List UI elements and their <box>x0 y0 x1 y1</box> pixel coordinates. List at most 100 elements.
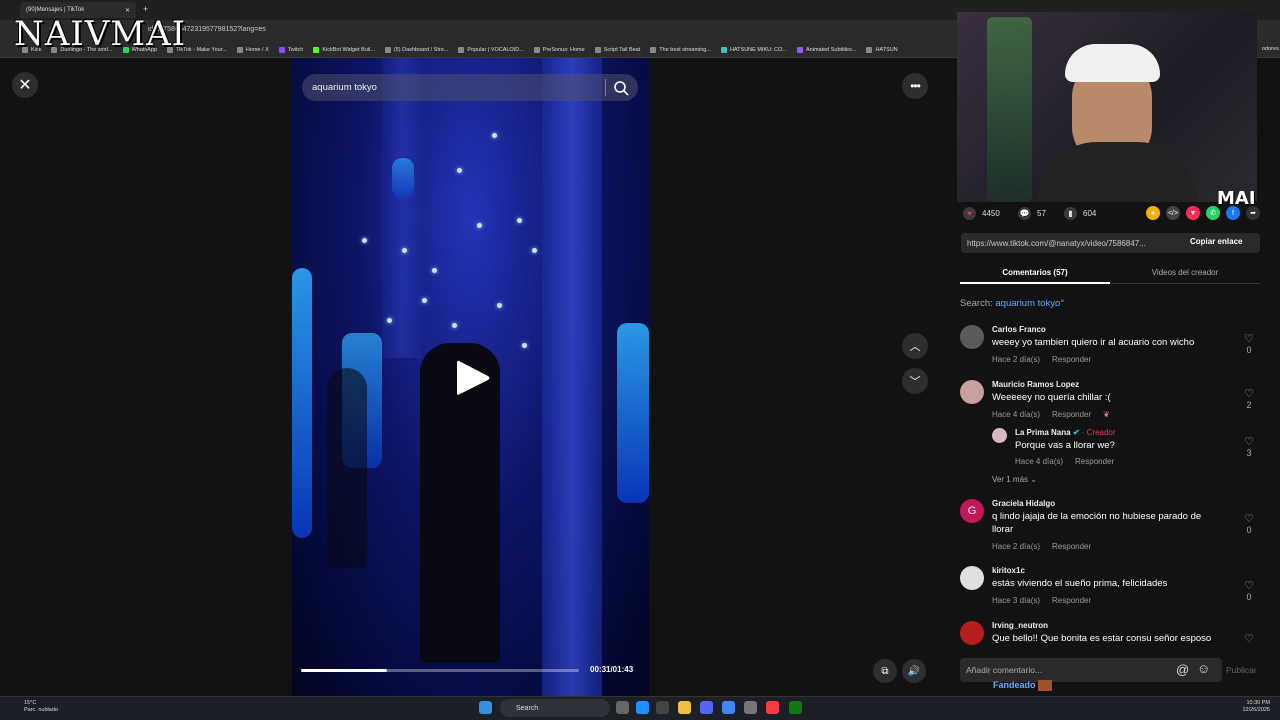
mention-icon[interactable]: @ <box>1176 662 1189 677</box>
discord-icon[interactable] <box>700 701 713 714</box>
reply-button[interactable]: Responder <box>1052 596 1091 605</box>
close-button[interactable]: ✕ <box>12 72 38 98</box>
video-search-input[interactable]: aquarium tokyo <box>302 74 638 101</box>
bookmark-item[interactable]: HATSUNE MIKU: CO... <box>720 46 787 53</box>
comment-like[interactable]: ♡ 0 <box>1242 513 1256 535</box>
embed-icon[interactable]: </> <box>1166 206 1180 220</box>
file-explorer-icon[interactable] <box>678 701 691 714</box>
comment-stat[interactable]: 💬 57 <box>1018 207 1046 220</box>
chrome-icon[interactable] <box>722 701 735 714</box>
tab-comments[interactable]: Comentarios (57) <box>960 264 1110 284</box>
avatar[interactable] <box>960 621 984 645</box>
save-count: 604 <box>1083 209 1097 218</box>
comment-author[interactable]: kiritox1c <box>992 566 1025 575</box>
tab-creator-videos[interactable]: Videos del creador <box>1110 264 1260 284</box>
publish-button[interactable]: Publicar <box>1226 665 1257 675</box>
whatsapp-icon[interactable]: ✆ <box>1206 206 1220 220</box>
heart-outline-icon: ♡ <box>1244 580 1254 592</box>
emoji-icon[interactable]: ☺ <box>1197 661 1210 676</box>
avatar[interactable] <box>960 566 984 590</box>
copy-link-button[interactable]: Copiar enlace <box>1190 237 1242 246</box>
weather-widget[interactable]: 15°C Parc. nublado <box>10 700 58 714</box>
video-light <box>457 168 462 173</box>
taskbar-search[interactable]: Search <box>500 699 610 717</box>
floating-player-button[interactable]: ⧉ <box>873 659 897 683</box>
tab-close-icon[interactable]: ✕ <box>125 7 130 14</box>
related-search[interactable]: Search: aquarium tokyo° <box>960 298 1064 309</box>
volume-button[interactable]: 🔊 <box>902 659 926 683</box>
previous-video-button[interactable]: ︿ <box>902 333 928 359</box>
send-icon[interactable]: ▼ <box>1186 206 1200 220</box>
creator-liked-icon: ❦ <box>1103 410 1110 419</box>
progress-fill <box>301 669 388 672</box>
task-view-icon[interactable] <box>616 701 629 714</box>
reply-like[interactable]: ♡ 3 <box>1242 436 1256 458</box>
reply-author[interactable]: La Prima Nana <box>1015 428 1071 437</box>
bookmark-item[interactable]: Animated Subtitles... <box>797 46 856 53</box>
comment-author[interactable]: Carlos Franco <box>992 325 1046 334</box>
new-tab-icon[interactable]: + <box>143 4 148 14</box>
bookmark-item[interactable]: KickBot Widget Buil... <box>313 46 375 53</box>
comment-icon: 💬 <box>1018 207 1031 220</box>
reply-button[interactable]: Responder <box>1052 410 1091 419</box>
coin-share-icon[interactable]: ● <box>1146 206 1160 220</box>
bookmark-item[interactable]: Popular | VOCALOID... <box>458 46 524 53</box>
chevron-down-icon: ﹀ <box>909 376 921 388</box>
like-count: 3 <box>1246 448 1252 458</box>
reply-button[interactable]: Responder <box>1075 457 1114 466</box>
share-arrow-icon[interactable]: ➦ <box>1246 206 1260 220</box>
chatgpt-icon[interactable] <box>744 701 757 714</box>
fandeado-text: Fandeado <box>993 680 1036 690</box>
comment-author[interactable]: Mauricio Ramos Lopez <box>992 380 1079 389</box>
heart-outline-icon: ♡ <box>1244 513 1254 525</box>
see-more-replies[interactable]: Ver 1 más ⌄ <box>992 475 1037 484</box>
comment-like[interactable]: ♡ <box>1242 633 1256 645</box>
next-video-button[interactable]: ﹀ <box>902 368 928 394</box>
app-icon[interactable] <box>656 701 669 714</box>
x-icon <box>236 46 243 53</box>
avatar[interactable] <box>960 325 984 349</box>
bookmark-item[interactable]: HATSUN <box>866 46 898 53</box>
search-icon[interactable] <box>613 80 629 96</box>
like-stat[interactable]: ♥ 4450 <box>963 207 1000 220</box>
avatar[interactable] <box>960 380 984 404</box>
comment-author[interactable]: Graciela Hidalgo <box>992 499 1055 508</box>
taskbar-clock[interactable]: 10:30 PM 12/26/2025 <box>1230 700 1270 714</box>
ellipsis-icon: ••• <box>910 79 921 93</box>
related-search-keyword[interactable]: aquarium tokyo <box>995 298 1060 309</box>
streaming-icon <box>650 46 657 53</box>
avatar[interactable]: G <box>960 499 984 523</box>
facebook-icon[interactable]: f <box>1226 206 1240 220</box>
hatsune-icon <box>866 46 873 53</box>
bookmark-item[interactable]: Home / X <box>236 46 269 53</box>
comment-like[interactable]: ♡ 2 <box>1242 388 1256 410</box>
fandeado-emote <box>1038 680 1053 692</box>
heart-outline-icon: ♡ <box>1244 436 1254 448</box>
bookmark-item[interactable]: PreSonus: Home <box>533 46 585 53</box>
edge-icon[interactable] <box>636 701 649 714</box>
more-options-button[interactable]: ••• <box>902 73 928 99</box>
start-icon[interactable] <box>479 701 492 714</box>
comment-like[interactable]: ♡ 0 <box>1242 580 1256 602</box>
bookmarks-overflow[interactable]: odores <box>1262 46 1279 52</box>
comment-like[interactable]: ♡ 0 <box>1242 333 1256 355</box>
comment-author[interactable]: Irving_neutron <box>992 621 1048 630</box>
bookmark-item[interactable]: (5) Dashboard / Stre... <box>384 46 448 53</box>
verified-icon: ✔ <box>1072 428 1080 437</box>
xbox-icon[interactable] <box>789 701 802 714</box>
play-icon[interactable] <box>455 358 491 398</box>
music-icon[interactable] <box>766 701 779 714</box>
reply-button[interactable]: Responder <box>1052 542 1091 551</box>
bookmark-item[interactable]: Script Tail Beat <box>594 46 640 53</box>
streamer-watermark: NAIVMAI <box>14 14 187 54</box>
video-timecode: 00:31/01:43 <box>590 665 634 674</box>
bookmark-item[interactable]: Twitch <box>278 46 303 53</box>
like-count: 2 <box>1246 400 1252 410</box>
save-stat[interactable]: ▮ 604 <box>1064 207 1096 220</box>
comment-placeholder: Añadir comentario... <box>966 665 1043 675</box>
video-tank <box>392 158 414 198</box>
reply-text: Porque vas a llorar we? <box>1015 440 1115 451</box>
reply-button[interactable]: Responder <box>1052 355 1091 364</box>
bookmark-item[interactable]: The best streaming... <box>650 46 711 53</box>
avatar[interactable] <box>992 428 1007 443</box>
